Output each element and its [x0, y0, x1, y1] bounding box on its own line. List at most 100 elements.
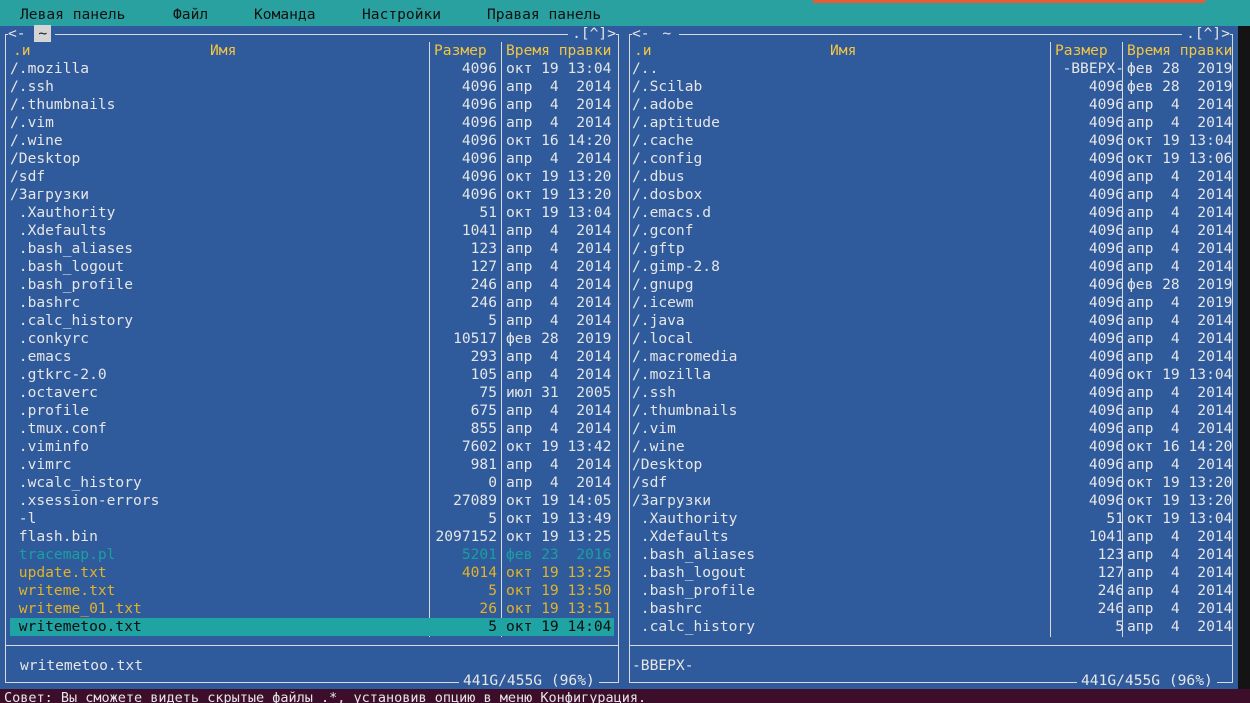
file-row[interactable]: .profile 675 апр 4 2014 — [10, 402, 614, 420]
file-row[interactable]: /.. -ВВЕРХ-фев 28 2019 — [632, 60, 1232, 78]
file-modified-time: апр 4 2014 — [506, 420, 612, 437]
file-row[interactable]: .bash_aliases 123 апр 4 2014 — [632, 546, 1233, 564]
file-row[interactable]: /.java 4096 апр 4 2014 — [632, 312, 1232, 330]
right-history-button[interactable]: <- — [632, 25, 650, 42]
file-row[interactable]: .octaverc 75 июл 31 2005 — [10, 384, 614, 402]
file-row[interactable]: /.vim 4096 апр 4 2014 — [10, 114, 614, 132]
file-size: 4096 — [1088, 276, 1124, 293]
file-row[interactable]: /.adobe 4096 апр 4 2014 — [632, 96, 1232, 114]
file-row[interactable]: .Xdefaults 1041 апр 4 2014 — [632, 528, 1233, 546]
file-modified-time: июл 31 2005 — [506, 384, 612, 401]
file-row[interactable]: /.macromedia 4096 апр 4 2014 — [632, 348, 1233, 366]
file-row[interactable]: update.txt 4014 окт 19 13:25 — [10, 564, 614, 582]
file-row[interactable]: /.gftp 4096 апр 4 2014 — [632, 240, 1232, 258]
right-header-time[interactable]: Время правки — [1127, 42, 1232, 60]
file-row[interactable]: .conkyrc 10517 фев 28 2019 — [10, 330, 614, 348]
file-row[interactable]: .vimrc 981 апр 4 2014 — [10, 456, 614, 474]
file-modified-time: апр 4 2014 — [506, 276, 612, 293]
file-row[interactable]: /.thumbnails 4096 апр 4 2014 — [632, 402, 1232, 420]
left-sort-indicator[interactable]: .и — [13, 42, 31, 60]
file-row[interactable]: /.gnupg 4096 фев 28 2019 — [632, 276, 1232, 294]
menu-command[interactable]: Команда — [254, 6, 316, 24]
file-row[interactable]: .viminfo 7602 окт 19 13:42 — [10, 438, 614, 456]
file-row[interactable]: /.gconf 4096 апр 4 2014 — [632, 222, 1232, 240]
file-row[interactable]: /.ssh 4096 апр 4 2014 — [10, 78, 614, 96]
file-row[interactable]: /.wine 4096 окт 16 14:20 — [632, 438, 1232, 456]
file-row[interactable]: .xsession-errors 27089 окт 19 14:05 — [10, 492, 614, 510]
file-row[interactable]: /.Scilab 4096 фев 28 2019 — [632, 78, 1232, 96]
left-panel[interactable]: <- ~ .[^]> .и Имя Размер Время правки /.… — [0, 25, 624, 689]
menu-right-panel[interactable]: Правая панель — [487, 6, 601, 24]
left-panel-path[interactable]: ~ — [34, 25, 52, 42]
file-row[interactable]: .emacs 293 апр 4 2014 — [10, 348, 614, 366]
file-row[interactable]: .bash_logout 127 апр 4 2014 — [632, 564, 1233, 582]
right-panel[interactable]: <- ~ .[^]> .и Имя Размер Время правки /.… — [624, 26, 1238, 689]
file-row[interactable]: /.thumbnails 4096 апр 4 2014 — [10, 96, 614, 114]
file-row[interactable]: writeme.txt 5 окт 19 13:50 — [10, 582, 614, 600]
right-header-name[interactable]: Имя — [830, 42, 856, 60]
file-row[interactable]: /.icewm 4096 апр 4 2019 — [632, 294, 1232, 312]
file-row[interactable]: /Desktop 4096 апр 4 2014 — [10, 150, 614, 168]
menu-settings[interactable]: Настройки — [362, 6, 441, 24]
file-row[interactable]: /sdf 4096 окт 19 13:20 — [632, 474, 1232, 492]
file-row[interactable]: .Xauthority 51 окт 19 13:04 — [10, 204, 614, 222]
file-row[interactable]: .bashrc 246 апр 4 2014 — [10, 294, 614, 312]
file-row[interactable]: /.ssh 4096 апр 4 2014 — [632, 384, 1232, 402]
file-row[interactable]: /.wine 4096 окт 16 14:20 — [10, 132, 614, 150]
file-modified-time: апр 4 2014 — [1127, 348, 1233, 365]
file-row[interactable]: .bash_profile 246 апр 4 2014 — [632, 582, 1233, 600]
file-row[interactable]: tracemap.pl 5201 фев 23 2016 — [10, 546, 614, 564]
file-row[interactable]: .gtkrc-2.0 105 апр 4 2014 — [10, 366, 614, 384]
file-row[interactable]: /.mozilla 4096 окт 19 13:04 — [632, 366, 1232, 384]
file-row[interactable]: /.mozilla 4096 окт 19 13:04 — [10, 60, 614, 78]
right-header-size[interactable]: Размер — [1055, 42, 1108, 60]
file-size: 5201 — [461, 546, 497, 563]
file-row[interactable]: .bash_logout 127 апр 4 2014 — [10, 258, 614, 276]
left-panel-topbar-right[interactable]: .[^]> — [568, 26, 616, 42]
file-row[interactable]: -l 5 окт 19 13:49 — [10, 510, 614, 528]
file-row[interactable]: /.aptitude 4096 апр 4 2014 — [632, 114, 1232, 132]
file-row[interactable]: /Загрузки 4096 окт 19 13:20 — [632, 492, 1232, 510]
file-row[interactable]: .bash_aliases 123 апр 4 2014 — [10, 240, 614, 258]
left-header-name[interactable]: Имя — [210, 42, 236, 60]
file-size: 4096 — [1088, 294, 1124, 311]
file-row[interactable]: .calc_history 5 апр 4 2014 — [632, 618, 1233, 636]
file-row[interactable]: .calc_history 5 апр 4 2014 — [10, 312, 614, 330]
file-name: /.mozilla — [632, 366, 712, 383]
file-modified-time: окт 19 13:06 — [1127, 150, 1233, 167]
right-panel-topbar-right[interactable]: .[^]> — [1182, 26, 1230, 42]
file-row[interactable]: /.gimp-2.8 4096 апр 4 2014 — [632, 258, 1232, 276]
file-row[interactable]: writeme_01.txt 26 окт 19 13:51 — [10, 600, 614, 618]
file-row[interactable]: .bashrc 246 апр 4 2014 — [632, 600, 1233, 618]
file-row[interactable]: /.vim 4096 апр 4 2014 — [632, 420, 1232, 438]
file-name: /.ssh — [632, 384, 676, 401]
file-row[interactable]: /.local 4096 апр 4 2014 — [632, 330, 1232, 348]
file-row[interactable]: /.emacs.d 4096 апр 4 2014 — [632, 204, 1232, 222]
right-sort-indicator[interactable]: .и — [634, 42, 652, 60]
left-history-button[interactable]: <- — [8, 25, 26, 42]
file-row[interactable]: writemetoo.txt 5 окт 19 14:04 — [10, 618, 614, 636]
file-name: writemetoo.txt — [10, 618, 142, 635]
file-row[interactable]: .Xdefaults 1041 апр 4 2014 — [10, 222, 614, 240]
file-row[interactable]: /Загрузки 4096 окт 19 13:20 — [10, 186, 614, 204]
file-name: /.vim — [10, 114, 54, 131]
menu-left-panel[interactable]: Левая панель — [20, 6, 125, 24]
file-name: /.ssh — [10, 78, 54, 95]
file-row[interactable]: /.cache 4096 окт 19 13:04 — [632, 132, 1232, 150]
file-row[interactable]: .bash_profile 246 апр 4 2014 — [10, 276, 614, 294]
file-row[interactable]: .Xauthority 51 окт 19 13:04 — [632, 510, 1233, 528]
file-row[interactable]: /.dbus 4096 апр 4 2014 — [632, 168, 1232, 186]
file-row[interactable]: flash.bin 2097152 окт 19 13:25 — [10, 528, 614, 546]
file-row[interactable]: /.config 4096 окт 19 13:06 — [632, 150, 1233, 168]
left-header-size[interactable]: Размер — [434, 42, 487, 60]
file-row[interactable]: /Desktop 4096 апр 4 2014 — [632, 456, 1232, 474]
menu-file[interactable]: Файл — [173, 6, 208, 24]
file-size: 246 — [470, 294, 497, 311]
file-row[interactable]: /sdf 4096 окт 19 13:20 — [10, 168, 614, 186]
left-header-time[interactable]: Время правки — [506, 42, 611, 60]
file-name: .emacs — [10, 348, 72, 365]
file-row[interactable]: .tmux.conf 855 апр 4 2014 — [10, 420, 614, 438]
file-row[interactable]: .wcalc_history 0 апр 4 2014 — [10, 474, 614, 492]
file-row[interactable]: /.dosbox 4096 апр 4 2014 — [632, 186, 1232, 204]
right-panel-path[interactable]: ~ — [658, 25, 675, 42]
